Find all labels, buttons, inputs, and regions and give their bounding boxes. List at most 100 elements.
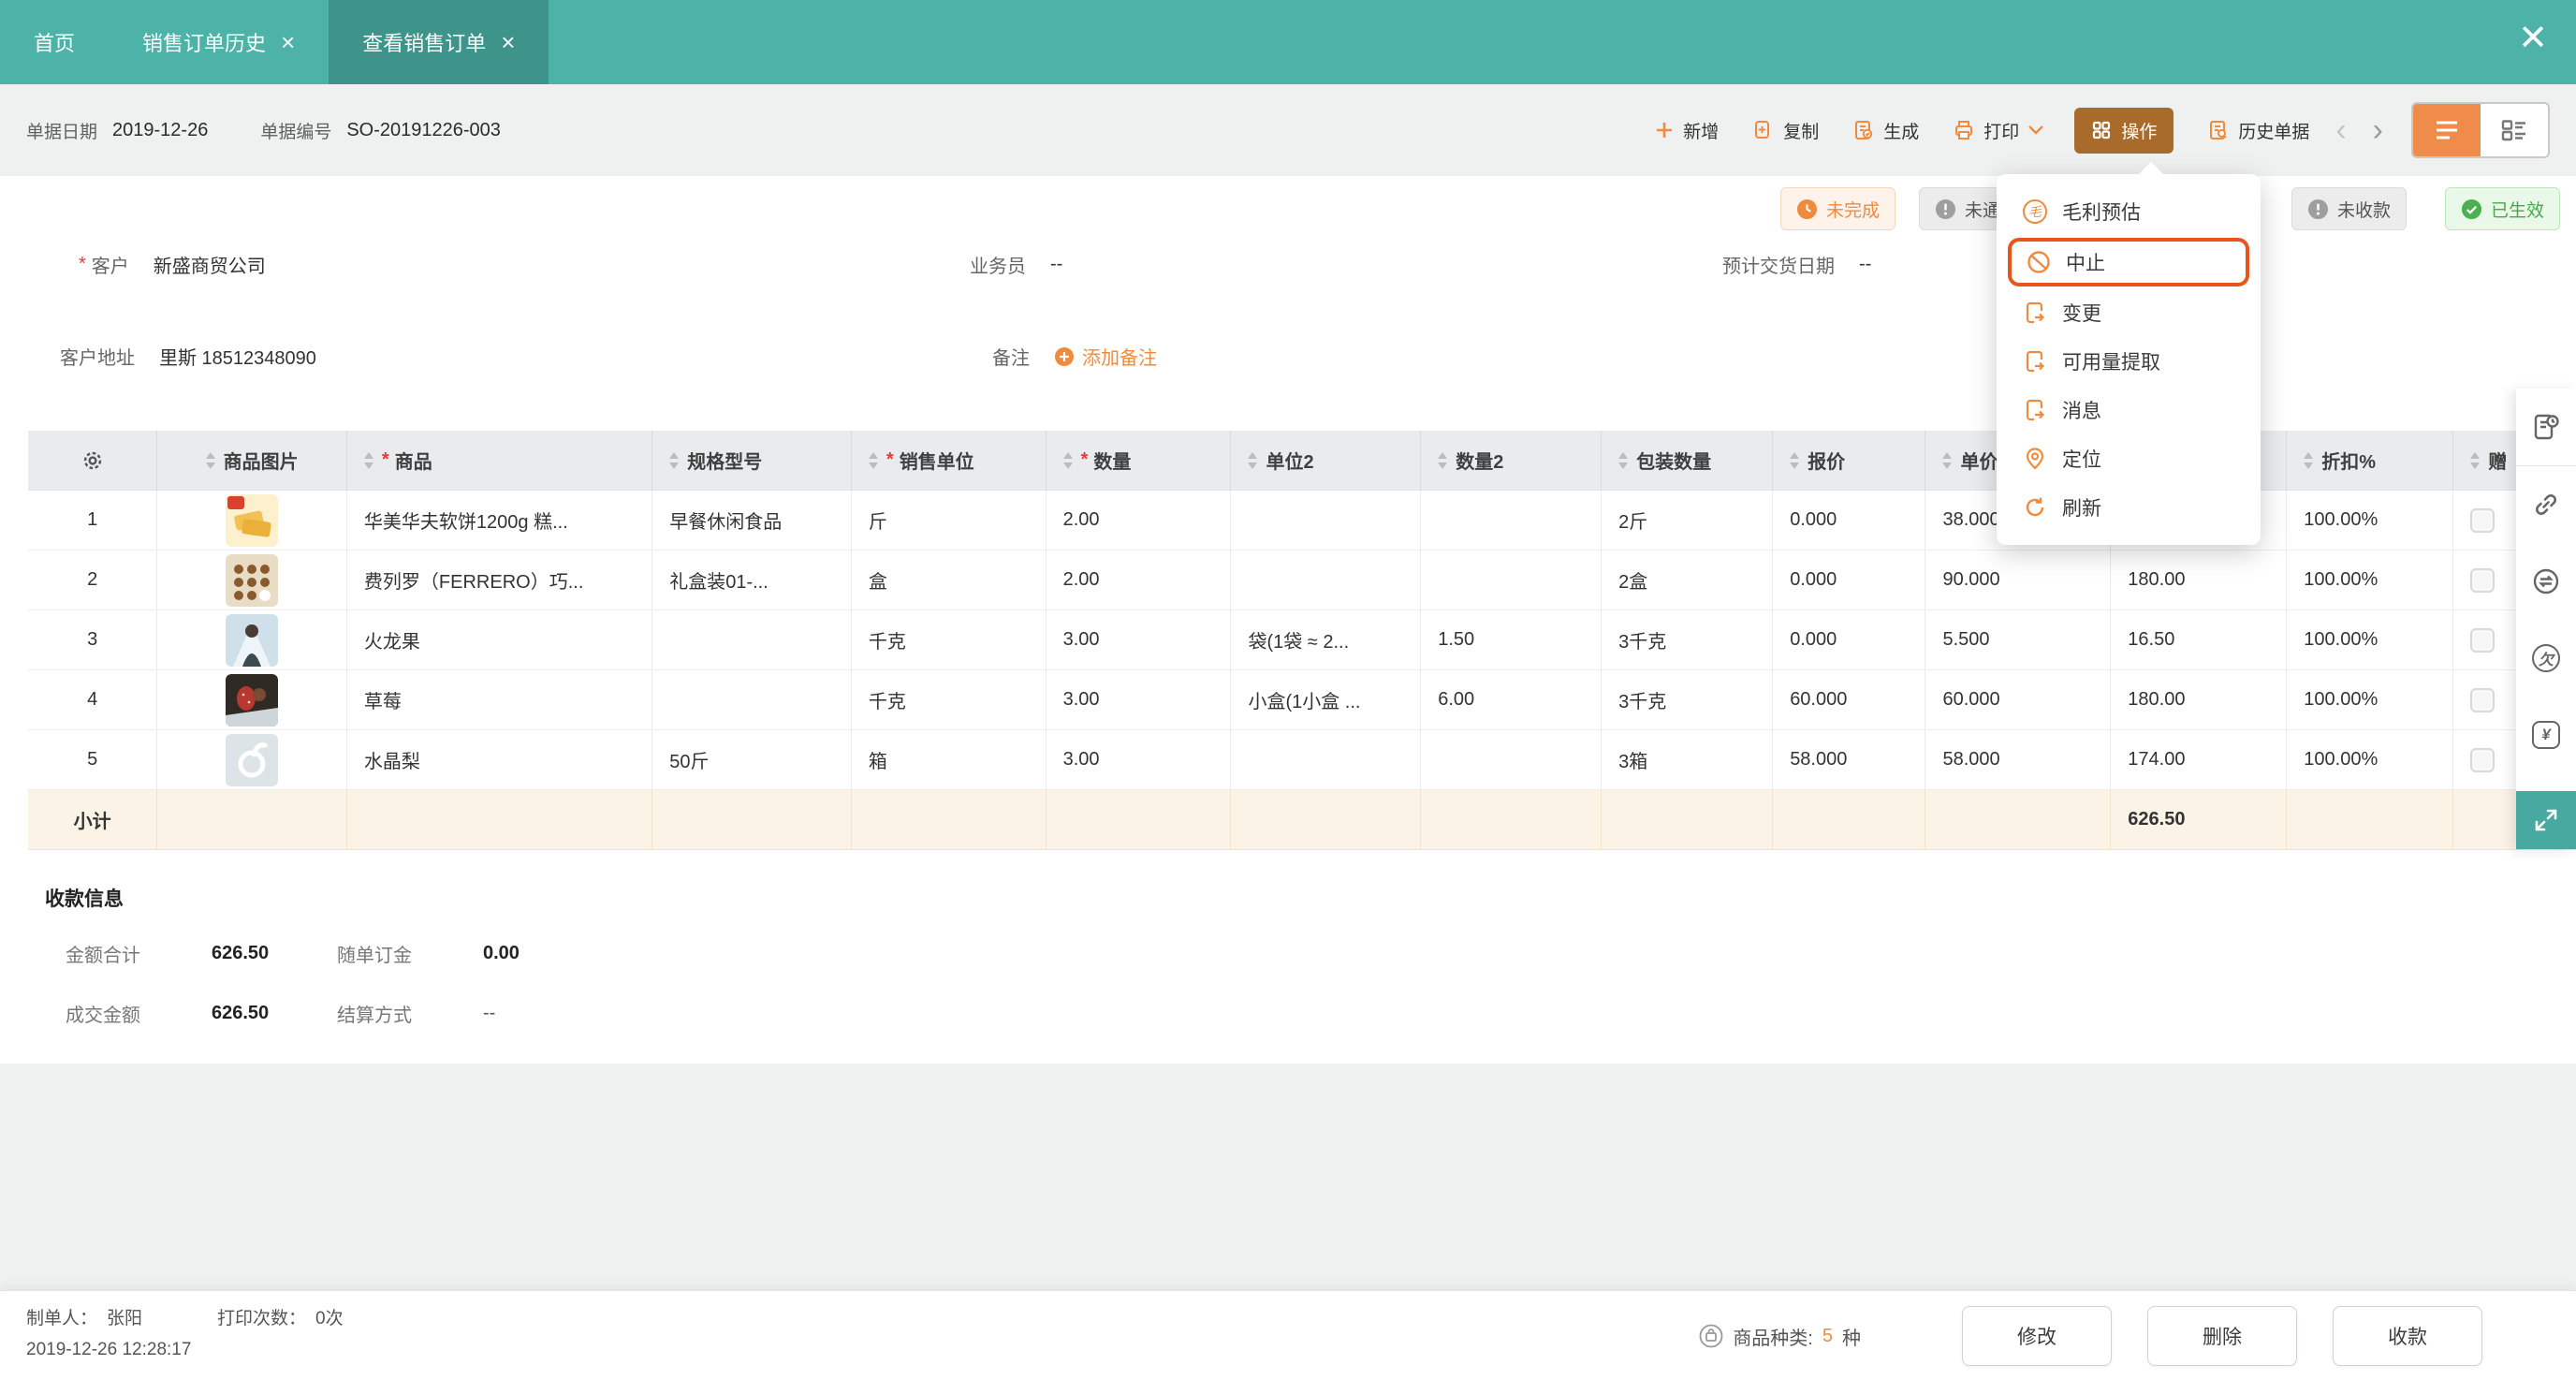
gift-checkbox[interactable] xyxy=(2470,627,2496,653)
customer-value: 新盛商贸公司 xyxy=(153,257,266,277)
tab-close-icon[interactable]: × xyxy=(281,30,295,54)
link-button[interactable] xyxy=(2516,466,2576,543)
col-header-unit[interactable]: * 销售单位 xyxy=(852,431,1046,490)
column-settings[interactable] xyxy=(28,431,158,490)
menu-item-abort[interactable]: 中止 xyxy=(2008,238,2249,286)
product-name: 火龙果 xyxy=(347,610,653,669)
col-header-discount[interactable]: 折扣% xyxy=(2287,431,2454,490)
print-button[interactable]: 打印 xyxy=(1953,118,2044,143)
table-row[interactable]: 3 火龙果 千克 3.00 袋(1袋 ≈ 2... 1.50 3千克 0.000… xyxy=(28,610,2576,670)
gift-checkbox[interactable] xyxy=(2470,747,2496,772)
doc-date-label: 单据日期 xyxy=(26,122,98,142)
tab-close-icon[interactable]: × xyxy=(501,30,515,54)
sort-icon xyxy=(1942,451,1953,469)
subtotal-row: 小计 626.50 xyxy=(28,790,2576,850)
quote-price: 58.000 xyxy=(1773,730,1926,789)
payment-section-title: 收款信息 xyxy=(45,888,124,910)
table-row[interactable]: 2 费列罗（FERRERO）巧... 礼盒装01-... 盒 2.00 2盒 0… xyxy=(28,551,2576,610)
product-image xyxy=(226,613,279,667)
menu-item-available-extract[interactable]: 可用量提取 xyxy=(1997,337,2261,386)
col-header-unit2[interactable]: 单位2 xyxy=(1231,431,1422,490)
clock-icon xyxy=(1796,198,1818,220)
menu-item-change[interactable]: 变更 xyxy=(1997,288,2261,337)
quote-price: 0.000 xyxy=(1773,551,1926,609)
menu-item-message[interactable]: 消息 xyxy=(1997,386,2261,434)
sales-unit: 箱 xyxy=(852,730,1046,789)
exchange-button[interactable] xyxy=(2516,543,2576,620)
profit-icon: 毛 xyxy=(2023,199,2047,224)
tab-view-sales-order[interactable]: 查看销售订单 × xyxy=(329,0,549,84)
quantity2 xyxy=(1421,730,1603,789)
col-header-qty2[interactable]: 数量2 xyxy=(1421,431,1603,490)
prev-page-arrow[interactable]: ‹ xyxy=(2335,114,2346,146)
sort-icon xyxy=(205,451,215,469)
gift-checkbox[interactable] xyxy=(2470,507,2496,533)
row-number: 3 xyxy=(28,610,158,669)
status-badge-unpaid: 未收款 xyxy=(2291,187,2408,230)
expand-button[interactable] xyxy=(2516,791,2576,849)
list-view-button[interactable] xyxy=(2413,104,2481,156)
status-badge-incomplete: 未完成 xyxy=(1780,187,1896,230)
col-header-product[interactable]: * 商品 xyxy=(347,431,653,490)
menu-item-locate[interactable]: 定位 xyxy=(1997,434,2261,483)
col-header-image[interactable]: 商品图片 xyxy=(157,431,347,490)
detail-view-button[interactable] xyxy=(2481,104,2548,156)
footer-bar: 制单人： 张阳 打印次数： 0次 2019-12-26 12:28:17 商品种… xyxy=(0,1290,2576,1380)
sales-unit: 盒 xyxy=(852,551,1046,609)
product-image-cell xyxy=(157,670,347,729)
discount: 100.00% xyxy=(2287,610,2454,669)
tab-sales-order-history[interactable]: 销售订单历史 × xyxy=(109,0,329,84)
action-button[interactable]: 操作 xyxy=(2074,107,2174,154)
currency-button[interactable]: ¥ xyxy=(2516,697,2576,773)
window-close-icon[interactable]: ✕ xyxy=(2518,21,2548,56)
doc-search-icon xyxy=(2207,119,2230,141)
doc-no-label: 单据编号 xyxy=(260,122,332,142)
product-spec xyxy=(652,670,852,729)
print-count-value: 0次 xyxy=(315,1309,344,1329)
check-icon xyxy=(2461,198,2482,220)
history-button[interactable]: 历史单据 xyxy=(2207,118,2309,143)
required-marker: * xyxy=(79,254,86,274)
edit-button[interactable]: 修改 xyxy=(1962,1306,2112,1366)
doc-arrow-icon xyxy=(2023,398,2047,422)
address-label: 客户地址 xyxy=(60,348,135,369)
discount: 100.00% xyxy=(2287,551,2454,609)
collect-payment-button[interactable]: 收款 xyxy=(2333,1306,2482,1366)
right-tool-panel: 欠 ¥ xyxy=(2516,389,2576,849)
col-header-qty[interactable]: * 数量 xyxy=(1046,431,1232,490)
doc-date-value: 2019-12-26 xyxy=(112,119,209,140)
app-window: 首页 销售订单历史 × 查看销售订单 × ✕ 单据日期 2019-12-26 单… xyxy=(0,0,2576,1380)
gift-checkbox[interactable] xyxy=(2470,687,2496,712)
quote-price: 0.000 xyxy=(1773,491,1926,550)
generate-button[interactable]: 生成 xyxy=(1852,118,1919,143)
delete-button[interactable]: 删除 xyxy=(2147,1306,2297,1366)
unit2 xyxy=(1231,730,1422,789)
col-header-pack-qty[interactable]: 包装数量 xyxy=(1602,431,1774,490)
gift-checkbox[interactable] xyxy=(2470,567,2496,593)
col-header-spec[interactable]: 规格型号 xyxy=(652,431,852,490)
product-image xyxy=(226,673,279,727)
next-page-arrow[interactable]: › xyxy=(2373,114,2383,146)
print-count-label: 打印次数： xyxy=(217,1309,307,1329)
menu-item-profit-estimate[interactable]: 毛 毛利预估 xyxy=(1997,187,2261,236)
status-badge-effective: 已生效 xyxy=(2445,187,2561,230)
add-remark-link[interactable]: 添加备注 xyxy=(1054,343,1157,370)
sales-unit: 千克 xyxy=(852,670,1046,729)
copy-button[interactable]: 复制 xyxy=(1752,118,1819,143)
footer-meta: 制单人： 张阳 打印次数： 0次 xyxy=(26,1304,344,1329)
action-dropdown-menu: 毛 毛利预估 中止 变更 可用量提取 消息 定位 刷新 xyxy=(1997,174,2261,545)
order-log-button[interactable] xyxy=(2516,389,2576,465)
row-number: 1 xyxy=(28,491,158,550)
add-button[interactable]: 新增 xyxy=(1654,118,1719,143)
discount: 100.00% xyxy=(2287,730,2454,789)
menu-item-refresh[interactable]: 刷新 xyxy=(1997,483,2261,532)
quote-price: 60.000 xyxy=(1773,670,1926,729)
quantity: 3.00 xyxy=(1046,670,1232,729)
table-row[interactable]: 5 水晶梨 50斤 箱 3.00 3箱 58.000 58.000 174.00… xyxy=(28,730,2576,790)
tab-home[interactable]: 首页 xyxy=(0,0,109,84)
table-row[interactable]: 4 草莓 千克 3.00 小盒(1小盒 ... 6.00 3千克 60.000 … xyxy=(28,670,2576,730)
doc-arrow-icon xyxy=(2023,301,2047,325)
col-header-quote[interactable]: 报价 xyxy=(1773,431,1926,490)
unit-price: 60.000 xyxy=(1925,670,2112,729)
arrears-button[interactable]: 欠 xyxy=(2516,620,2576,697)
